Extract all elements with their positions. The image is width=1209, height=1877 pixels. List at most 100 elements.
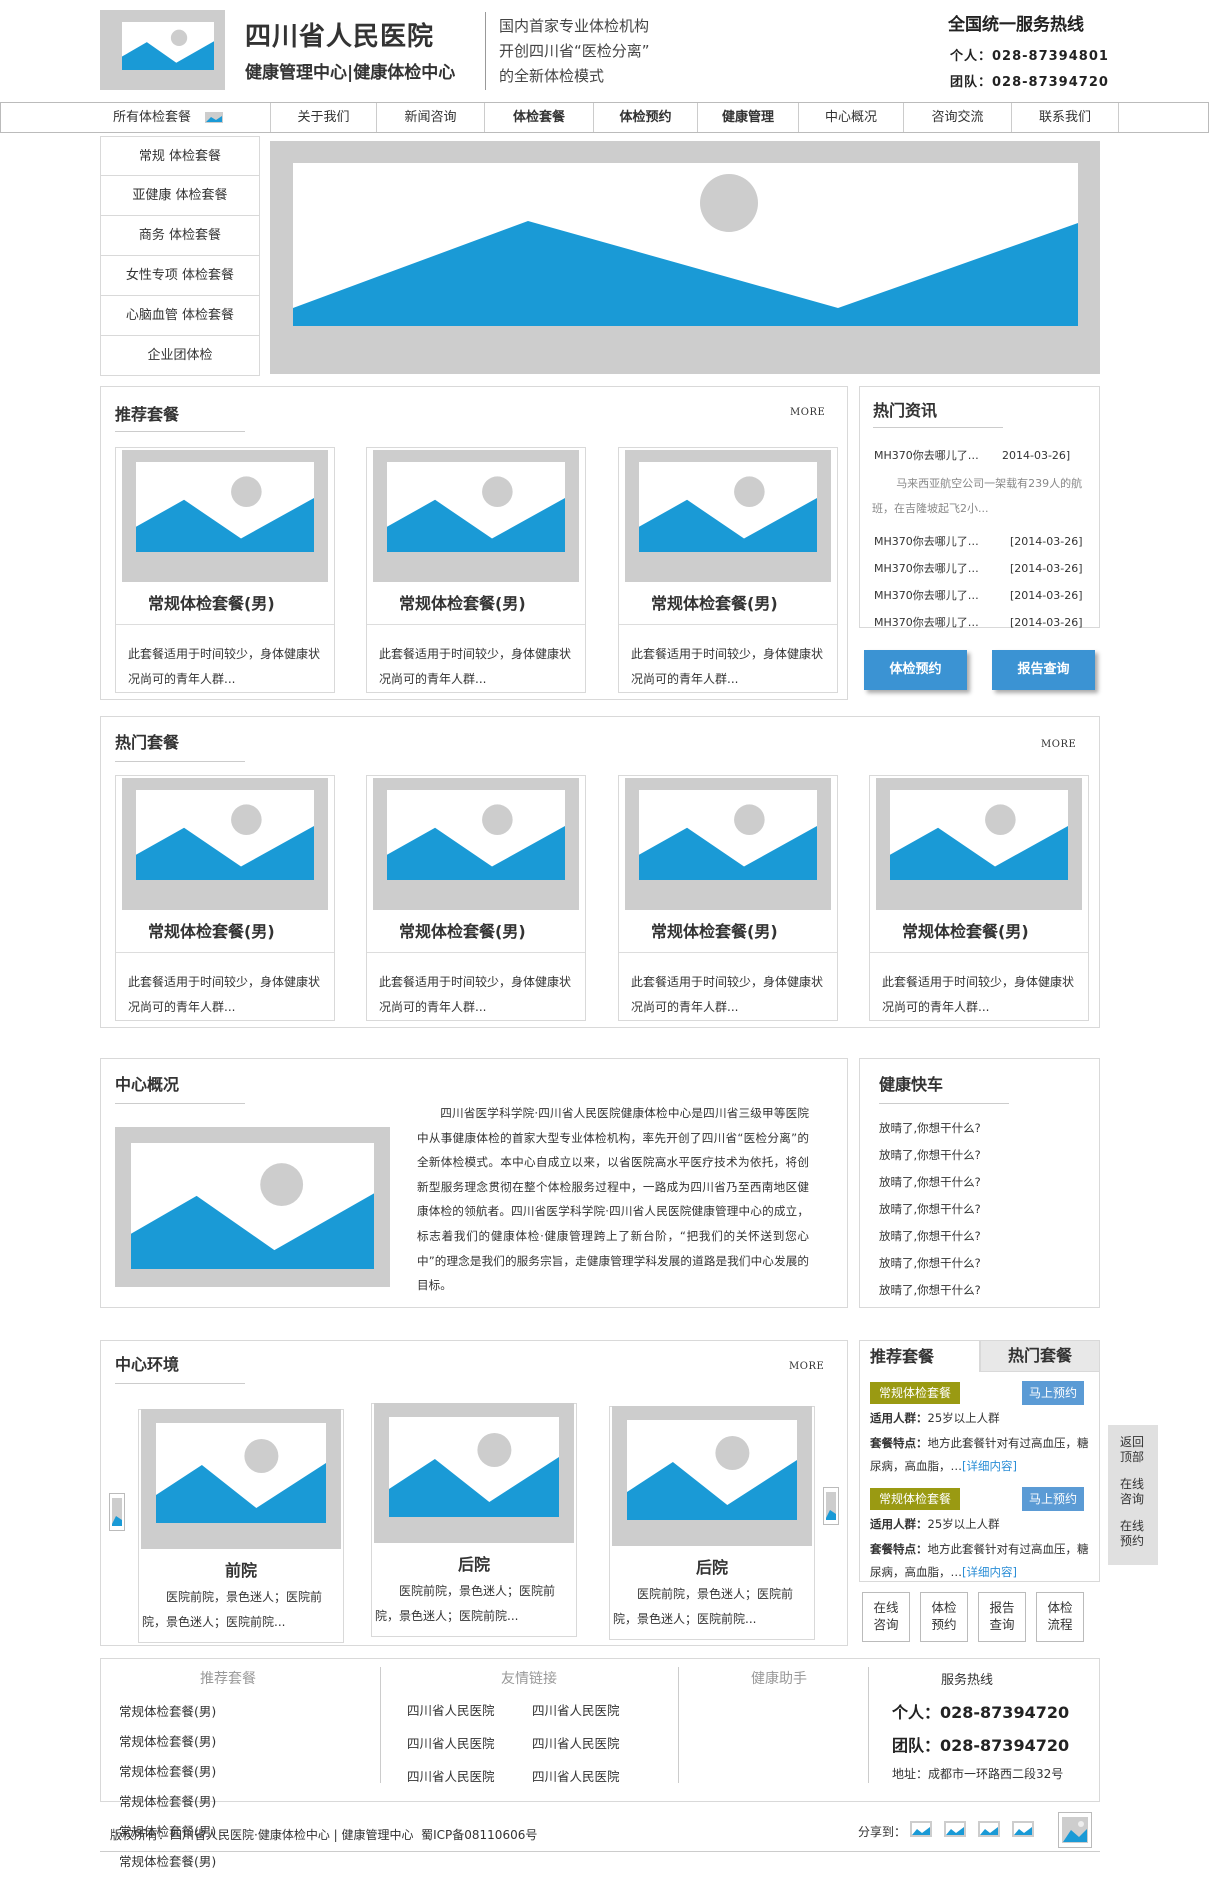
booking-button[interactable]: 体检预约 (864, 650, 967, 690)
more-link[interactable]: MORE (790, 407, 825, 418)
image-placeholder (373, 450, 579, 582)
float-bar-item[interactable]: 在线预约 (1108, 1517, 1158, 1559)
share-big-icon[interactable] (1058, 1812, 1092, 1848)
title-underline (115, 1103, 245, 1104)
tab-hot[interactable]: 热门套餐 (980, 1340, 1100, 1372)
nav-item[interactable]: 体检预约 (594, 103, 698, 132)
overview-section: 中心概况 四川省医学科学院·四川省人民医院健康体检中心是四川省三级甲等医院中从事… (100, 1058, 848, 1308)
news-item[interactable]: MH370你去哪儿了… [2014-03-26] (874, 609, 1083, 636)
nav-item[interactable]: 体检套餐 (485, 103, 594, 132)
footer-friend-link[interactable]: 四川省人民医院 (407, 1727, 532, 1760)
package-card[interactable]: 常规体检套餐(男) 此套餐适用于时间较少，身体健康状况尚可的青年人群... (366, 775, 586, 1021)
card-divider (367, 952, 585, 953)
logo-image[interactable] (100, 10, 225, 90)
express-item[interactable]: 放晴了,你想干什么? (879, 1142, 981, 1169)
quick-link-button[interactable]: 体检预约 (920, 1592, 968, 1642)
banner[interactable] (270, 141, 1100, 374)
title-underline (115, 1383, 245, 1384)
side-menu-item[interactable]: 常规 体检套餐 (100, 136, 260, 176)
detail-link[interactable]: [详细内容] (962, 1459, 1017, 1473)
float-bar-item[interactable]: 在线咨询 (1108, 1475, 1158, 1517)
environment-card[interactable]: 后院 医院前院，景色迷人；医院前院，景色迷人；医院前院... (609, 1406, 815, 1642)
carousel-prev-button[interactable] (109, 1493, 125, 1531)
footer-friend-link[interactable]: 四川省人民医院 (532, 1760, 657, 1793)
news-title: MH370你去哪儿了… (874, 589, 979, 602)
side-menu-item[interactable]: 心脑血管 体检套餐 (100, 296, 260, 336)
environment-name: 后院 (457, 1555, 490, 1574)
image-placeholder (387, 790, 565, 880)
express-item[interactable]: 放晴了,你想干什么? (879, 1277, 981, 1304)
nav-item[interactable]: 咨询交流 (904, 103, 1012, 132)
share-icons (910, 1821, 1034, 1837)
package-badge[interactable]: 常规体检套餐 (870, 1382, 960, 1404)
side-menu-item[interactable]: 企业团体检 (100, 336, 260, 376)
footer-recommended-link[interactable]: 常规体检套餐(男) (119, 1787, 254, 1817)
environment-card[interactable]: 前院 医院前院，景色迷人；医院前院，景色迷人；医院前院... (138, 1409, 344, 1645)
all-packages-menu[interactable]: 所有体检套餐 (101, 103, 271, 132)
side-menu-item[interactable]: 女性专项 体检套餐 (100, 256, 260, 296)
news-date: [2014-03-26] (1010, 616, 1083, 629)
footer-friend-link[interactable]: 四川省人民医院 (532, 1727, 657, 1760)
nav-item[interactable]: 联系我们 (1012, 103, 1119, 132)
float-bar-item[interactable]: 返回顶部 (1108, 1433, 1158, 1475)
express-item[interactable]: 放晴了,你想干什么? (879, 1250, 981, 1277)
environment-description: 医院前院，景色迷人；医院前院，景色迷人；医院前院... (375, 1584, 556, 1623)
image-placeholder (625, 450, 831, 582)
news-item[interactable]: MH370你去哪儿了… [2014-03-26] (874, 528, 1083, 555)
news-first[interactable]: MH370你去哪儿了… 2014-03-26] (874, 447, 1070, 463)
package-card[interactable]: 常规体检套餐(男) 此套餐适用于时间较少，身体健康状况尚可的青年人群... (115, 447, 335, 693)
footer-recommended-link[interactable]: 常规体检套餐(男) (119, 1727, 254, 1757)
package-card[interactable]: 常规体检套餐(男) 此套餐适用于时间较少，身体健康状况尚可的青年人群... (618, 775, 838, 1021)
card-title: 常规体检套餐(男) (399, 922, 526, 941)
footer-friend-link[interactable]: 四川省人民医院 (407, 1760, 532, 1793)
card-divider (116, 952, 334, 953)
book-now-button[interactable]: 马上预约 (1022, 1381, 1084, 1405)
tab-recommended[interactable]: 推荐套餐 (859, 1340, 980, 1372)
report-query-button[interactable]: 报告查询 (992, 650, 1095, 690)
footer-recommended-link[interactable]: 常规体检套餐(男) (119, 1757, 254, 1787)
express-item[interactable]: 放晴了,你想干什么? (879, 1169, 981, 1196)
package-card[interactable]: 常规体检套餐(男) 此套餐适用于时间较少，身体健康状况尚可的青年人群... (366, 447, 586, 693)
package-card[interactable]: 常规体检套餐(男) 此套餐适用于时间较少，身体健康状况尚可的青年人群... (618, 447, 838, 693)
book-now-button[interactable]: 马上预约 (1022, 1487, 1084, 1511)
nav-item[interactable]: 中心概况 (799, 103, 904, 132)
card-description: 此套餐适用于时间较少，身体健康状况尚可的青年人群... (379, 975, 572, 1014)
banner-image (293, 163, 1078, 326)
quick-link-button[interactable]: 在线咨询 (862, 1592, 910, 1642)
share-icon[interactable] (1012, 1821, 1034, 1837)
nav-item[interactable]: 新闻咨询 (377, 103, 485, 132)
image-placeholder (639, 790, 817, 880)
detail-link[interactable]: [详细内容] (962, 1565, 1017, 1579)
share-icon[interactable] (944, 1821, 966, 1837)
side-menu-item[interactable]: 商务 体检套餐 (100, 216, 260, 256)
express-item[interactable]: 放晴了,你想干什么? (879, 1196, 981, 1223)
quick-link-button[interactable]: 体检流程 (1036, 1592, 1084, 1642)
more-link[interactable]: MORE (1041, 739, 1076, 750)
news-date: [2014-03-26] (1010, 535, 1083, 548)
news-title: MH370你去哪儿了… (874, 449, 979, 462)
image-placeholder (122, 450, 328, 582)
nav-item[interactable]: 关于我们 (271, 103, 377, 132)
people-row: 适用人群：25岁以上人群 (870, 1410, 1000, 1426)
environment-card[interactable]: 后院医院前院，景色迷人；医院前院，景色迷人；医院前院... (371, 1403, 577, 1639)
footer-recommended-link[interactable]: 常规体检套餐(男) (119, 1697, 254, 1727)
footer-friend-link[interactable]: 四川省人民医院 (407, 1694, 532, 1727)
people-value: 25岁以上人群 (927, 1411, 1000, 1425)
share-icon[interactable] (978, 1821, 1000, 1837)
side-menu-item[interactable]: 亚健康 体检套餐 (100, 176, 260, 216)
express-item[interactable]: 放晴了,你想干什么? (879, 1115, 981, 1142)
environment-name: 后院 (695, 1558, 728, 1577)
carousel-next-button[interactable] (823, 1487, 839, 1525)
package-badge[interactable]: 常规体检套餐 (870, 1488, 960, 1510)
section-title: 中心概况 (115, 1075, 180, 1094)
package-card[interactable]: 常规体检套餐(男) 此套餐适用于时间较少，身体健康状况尚可的青年人群... (115, 775, 335, 1021)
package-card[interactable]: 常规体检套餐(男) 此套餐适用于时间较少，身体健康状况尚可的青年人群... (869, 775, 1089, 1021)
nav-item[interactable]: 健康管理 (698, 103, 799, 132)
news-item[interactable]: MH370你去哪儿了… [2014-03-26] (874, 582, 1083, 609)
share-icon[interactable] (910, 1821, 932, 1837)
footer-friend-link[interactable]: 四川省人民医院 (532, 1694, 657, 1727)
news-item[interactable]: MH370你去哪儿了… [2014-03-26] (874, 555, 1083, 582)
more-link[interactable]: MORE (789, 1361, 824, 1372)
express-item[interactable]: 放晴了,你想干什么? (879, 1223, 981, 1250)
quick-link-button[interactable]: 报告查询 (978, 1592, 1026, 1642)
